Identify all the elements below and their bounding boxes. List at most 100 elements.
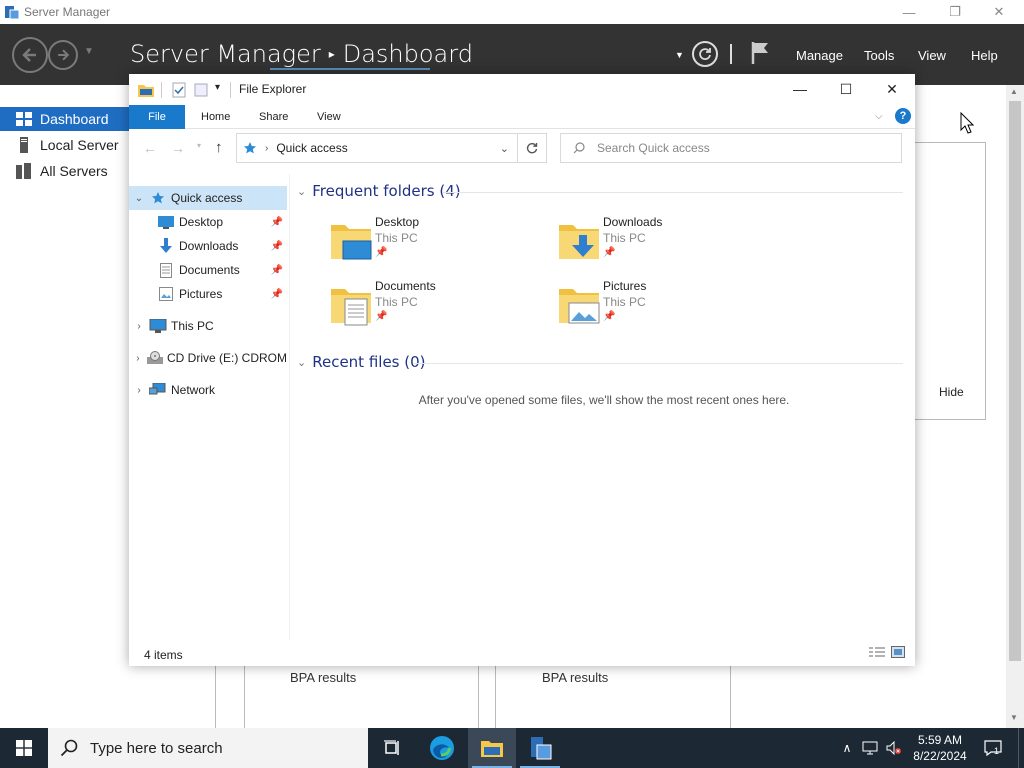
downloads-icon (157, 238, 175, 254)
nav-label: Network (171, 383, 216, 397)
server-manager-icon (531, 737, 552, 760)
large-icons-view-icon[interactable] (891, 646, 905, 658)
folder-tile-desktop[interactable]: Desktop This PC 📌 (327, 215, 547, 271)
new-folder-icon[interactable] (193, 81, 209, 99)
refresh-dropdown-icon[interactable]: ▼ (675, 50, 684, 60)
nav-label: Desktop (179, 215, 224, 229)
up-icon[interactable]: ↑ (215, 139, 223, 156)
dashboard-icon (16, 112, 32, 126)
nav-item-this-pc[interactable]: › This PC (129, 314, 287, 338)
breadcrumb-root[interactable]: Server Manager (130, 40, 321, 68)
hide-link[interactable]: Hide (939, 385, 964, 399)
back-icon[interactable]: ← (143, 140, 157, 156)
refresh-address-button[interactable] (517, 133, 547, 163)
menu-tools[interactable]: Tools (864, 48, 894, 63)
expand-chevron-icon[interactable]: › (129, 321, 149, 332)
vertical-scrollbar[interactable]: ▲ ▼ (1006, 85, 1024, 728)
bpa-results-label[interactable]: BPA results (542, 670, 608, 685)
pictures-icon (157, 286, 175, 302)
search-input[interactable]: Search Quick access (560, 133, 902, 163)
frequent-folders-header[interactable]: ⌄ Frequent folders (4) (297, 182, 461, 200)
refresh-button[interactable] (692, 41, 718, 67)
tab-home[interactable]: Home (187, 105, 244, 129)
network-tray-icon[interactable] (860, 728, 880, 768)
properties-icon[interactable] (171, 81, 187, 99)
fe-maximize-button[interactable]: ☐ (823, 74, 869, 104)
help-icon[interactable]: ? (895, 108, 911, 124)
folder-tile-downloads[interactable]: Downloads This PC 📌 (555, 215, 775, 271)
fe-minimize-button[interactable]: — (777, 74, 823, 104)
taskbar-file-explorer[interactable] (468, 728, 516, 768)
recent-locations-icon[interactable]: ▾ (197, 141, 201, 150)
menu-view[interactable]: View (918, 48, 946, 63)
history-dropdown-icon[interactable]: ▼ (84, 46, 94, 57)
taskbar-edge[interactable] (418, 728, 466, 768)
search-icon (60, 739, 78, 757)
search-icon (573, 142, 585, 154)
expand-ribbon-icon[interactable]: ⌵ (875, 111, 883, 122)
group-separator (443, 192, 903, 193)
nav-item-cd-drive[interactable]: › CD Drive (E:) CDROM (129, 346, 287, 370)
bpa-results-label[interactable]: BPA results (290, 670, 356, 685)
back-button[interactable] (12, 37, 48, 73)
pin-icon: 📌 (270, 216, 283, 228)
clock[interactable]: 5:59 AM 8/22/2024 (904, 732, 976, 764)
forward-button[interactable] (48, 40, 78, 70)
show-hidden-icons[interactable]: ∧ (838, 728, 856, 768)
nav-item-pictures[interactable]: Pictures 📌 (129, 282, 287, 306)
address-text[interactable]: Quick access (276, 141, 347, 155)
fe-close-button[interactable]: ✕ (869, 74, 915, 104)
volume-muted-icon[interactable] (884, 728, 904, 768)
bpa-column-border (730, 665, 731, 728)
close-button[interactable]: ✕ (976, 0, 1022, 24)
nav-item-desktop[interactable]: Desktop 📌 (129, 210, 287, 234)
sidebar-item-dashboard[interactable]: Dashboard (0, 107, 130, 131)
action-center-button[interactable]: 1 (980, 728, 1006, 768)
qat-customize-icon[interactable]: ▾ (215, 82, 220, 93)
forward-icon[interactable]: → (171, 140, 185, 156)
group-collapse-icon[interactable]: ⌄ (297, 356, 306, 369)
taskbar-search-box[interactable]: Type here to search (48, 728, 368, 768)
scroll-up-icon[interactable]: ▲ (1010, 87, 1018, 96)
taskbar-server-manager[interactable] (516, 728, 564, 768)
start-button[interactable] (0, 728, 48, 768)
group-title: Frequent folders (4) (312, 182, 461, 200)
address-bar[interactable]: › Quick access ⌄ (236, 133, 518, 163)
tab-view[interactable]: View (303, 105, 355, 129)
details-view-icon[interactable] (869, 647, 885, 659)
nav-label: Pictures (179, 287, 223, 301)
menu-help[interactable]: Help (971, 48, 998, 63)
folder-tile-pictures[interactable]: Pictures This PC 📌 (555, 279, 775, 335)
show-desktop-button[interactable] (1018, 728, 1024, 768)
minimize-button[interactable]: — (886, 0, 932, 24)
pane-divider (289, 174, 290, 640)
sidebar-item-all-servers[interactable]: All Servers (0, 159, 130, 183)
address-chevron-icon[interactable]: › (265, 143, 268, 154)
collapse-chevron-icon[interactable]: ⌄ (129, 193, 149, 204)
address-dropdown-icon[interactable]: ⌄ (500, 142, 509, 155)
nav-label: Documents (179, 263, 240, 277)
expand-chevron-icon[interactable]: › (129, 385, 149, 396)
restore-button[interactable]: ❐ (932, 0, 978, 24)
task-view-button[interactable] (368, 728, 416, 768)
tab-file[interactable]: File (129, 105, 185, 129)
mouse-cursor-icon (960, 112, 974, 134)
tab-share[interactable]: Share (245, 105, 302, 129)
notification-count: 1 (994, 746, 1000, 756)
scrollbar-thumb[interactable] (1009, 101, 1021, 661)
nav-item-documents[interactable]: Documents 📌 (129, 258, 287, 282)
notifications-flag-icon[interactable] (750, 40, 772, 66)
group-collapse-icon[interactable]: ⌄ (297, 185, 306, 198)
recent-files-header[interactable]: ⌄ Recent files (0) (297, 353, 426, 371)
sidebar-item-local-server[interactable]: Local Server (0, 133, 130, 157)
breadcrumb: Server Manager ▸ Dashboard (130, 40, 473, 68)
nav-item-downloads[interactable]: Downloads 📌 (129, 234, 287, 258)
scroll-down-icon[interactable]: ▼ (1010, 713, 1018, 722)
clock-date: 8/22/2024 (913, 749, 967, 763)
nav-item-network[interactable]: › Network (129, 378, 287, 402)
expand-chevron-icon[interactable]: › (129, 353, 147, 364)
nav-item-quick-access[interactable]: ⌄ Quick access (129, 186, 287, 210)
menu-manage[interactable]: Manage (796, 48, 843, 63)
refresh-icon (526, 143, 538, 154)
folder-tile-documents[interactable]: Documents This PC 📌 (327, 279, 547, 335)
